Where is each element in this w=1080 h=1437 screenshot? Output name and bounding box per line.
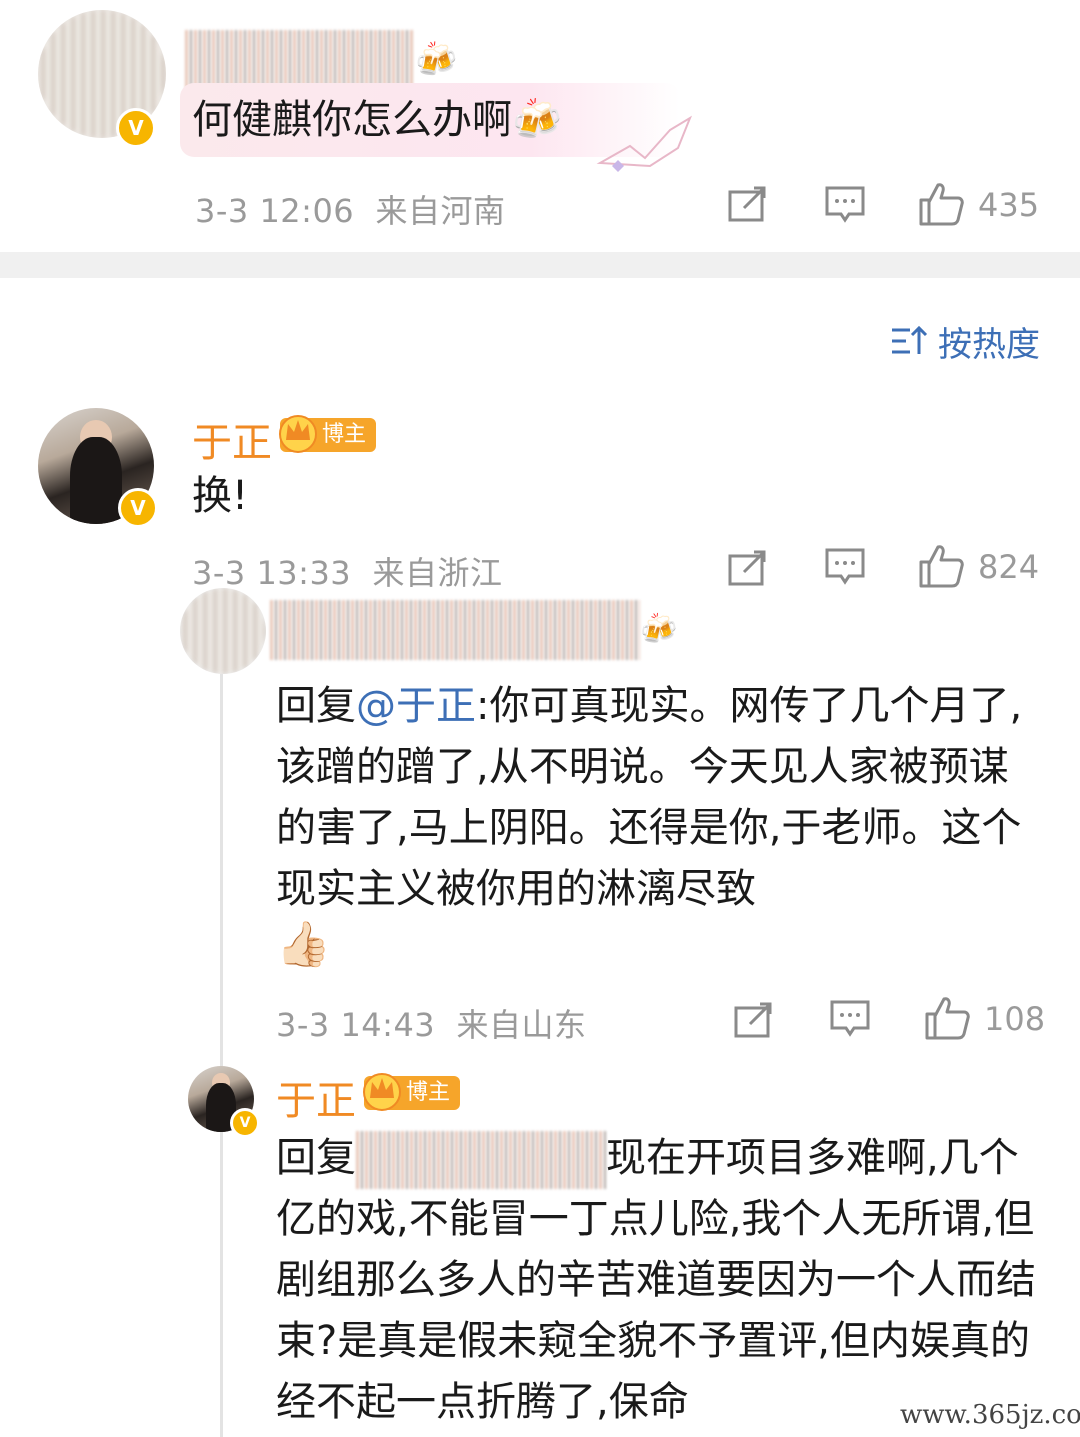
share-icon[interactable] xyxy=(728,550,768,586)
comment-meta: 3-3 13:33 来自浙江 xyxy=(192,554,503,592)
crown-icon xyxy=(363,1073,401,1111)
share-icon[interactable] xyxy=(728,186,768,222)
comment-meta: 3-3 14:43 来自山东 xyxy=(276,1006,587,1044)
sort-label: 按热度 xyxy=(938,324,1040,365)
reply-thread-line xyxy=(220,600,223,1437)
comment-icon[interactable] xyxy=(825,186,865,224)
beer-emoji-small: 🍻 xyxy=(415,40,458,80)
blurred-mention xyxy=(356,1131,606,1189)
username[interactable]: 于正 xyxy=(192,410,272,468)
like-count: 435 xyxy=(978,186,1040,224)
verified-badge-icon: V xyxy=(116,108,156,148)
thumbs-up-icon[interactable] xyxy=(918,544,964,588)
thumbs-up-emoji: 👍🏻 xyxy=(276,919,331,970)
mention-link[interactable]: @于正 xyxy=(356,683,476,729)
blogger-badge: 博主 xyxy=(363,1073,461,1111)
reply-text: 回复@于正:你可真现实。网传了几个月了,该蹭的蹭了,从不明说。今天见人家被预谋的… xyxy=(276,683,1023,912)
username[interactable]: 于正 xyxy=(276,1068,356,1126)
sort-icon xyxy=(892,325,928,354)
comment-icon[interactable] xyxy=(830,1000,870,1038)
blogger-badge: 博主 xyxy=(279,415,377,453)
like-count: 824 xyxy=(978,548,1040,586)
thumbs-up-icon[interactable] xyxy=(918,182,964,226)
verified-badge-icon: V xyxy=(118,488,158,528)
reply-text: 回复 现在开项目多难啊,几个亿的戏,不能冒一丁点儿险,我个人无所谓,但剧组那么多人… xyxy=(276,1128,1046,1433)
comment-meta: 3-3 12:06 来自河南 xyxy=(195,192,506,230)
like-count: 108 xyxy=(984,1000,1046,1038)
share-icon[interactable] xyxy=(734,1002,774,1038)
section-divider xyxy=(0,252,1080,278)
watermark: www.365jz.com xyxy=(900,1400,1080,1430)
blurred-username xyxy=(270,600,640,660)
thumbs-up-icon[interactable] xyxy=(924,996,970,1040)
avatar[interactable] xyxy=(180,588,266,674)
beer-emoji: 🍻 xyxy=(512,97,562,143)
comment-text: 何健麒你怎么办啊🍻 xyxy=(192,97,562,143)
sort-button[interactable]: 按热度 xyxy=(890,318,1040,365)
comment-icon[interactable] xyxy=(825,548,865,586)
beer-emoji-small: 🍻 xyxy=(640,612,678,647)
crown-icon xyxy=(279,415,317,453)
comment-text: 换! xyxy=(192,473,249,519)
paper-crane-icon xyxy=(596,115,693,172)
verified-badge-icon: V xyxy=(230,1108,260,1138)
